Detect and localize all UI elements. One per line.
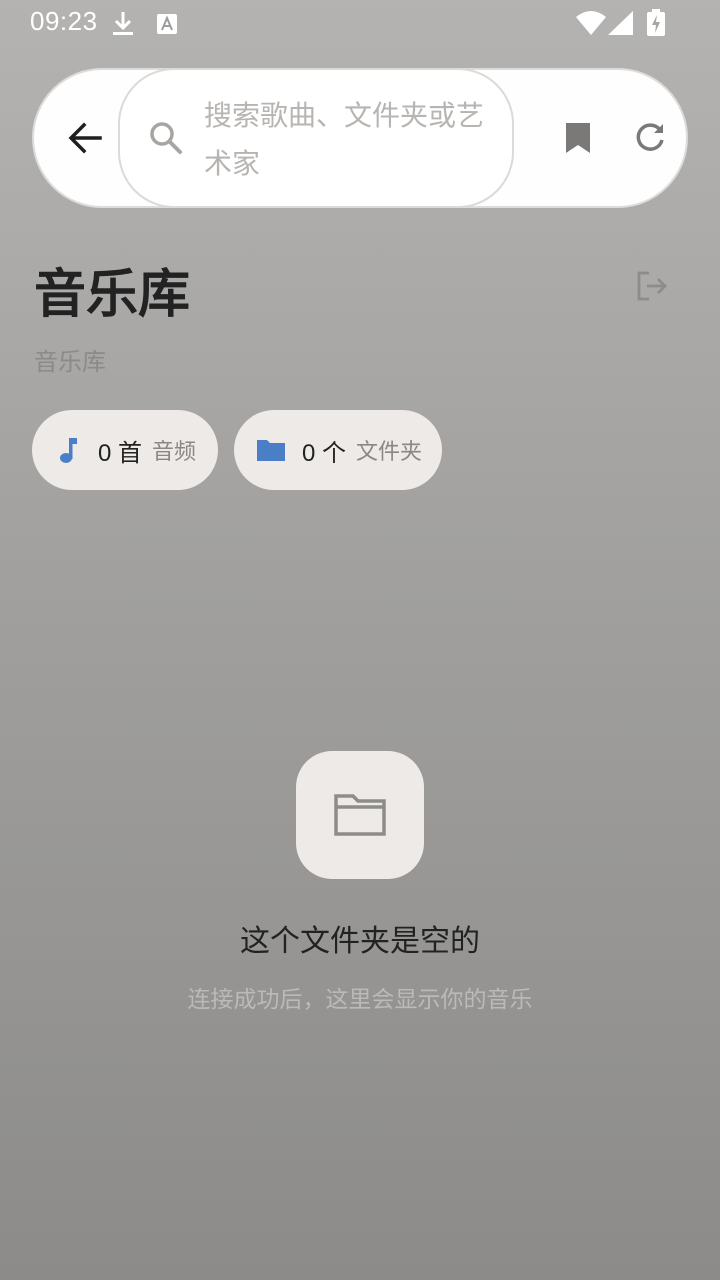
audio-count: 0 首 — [98, 439, 143, 467]
folder-label: 文件夹 — [356, 440, 423, 465]
back-button[interactable] — [48, 100, 124, 176]
status-bar: 09:23 — [0, 0, 720, 48]
page-subtitle: 音乐库 — [34, 348, 106, 376]
signal-icon — [608, 11, 633, 35]
music-note-icon — [60, 438, 77, 463]
refresh-icon — [636, 123, 664, 151]
logout-button[interactable] — [626, 260, 678, 312]
search-placeholder: 搜索歌曲、文件夹或艺术家 — [204, 99, 485, 180]
folder-count-chip[interactable]: 0 个 文件夹 — [234, 410, 442, 490]
search-input[interactable]: 搜索歌曲、文件夹或艺术家 — [118, 68, 514, 208]
logout-icon — [637, 271, 667, 301]
status-time: 09:23 — [30, 6, 98, 36]
folder-outline-icon — [334, 794, 386, 836]
top-app-bar: 搜索歌曲、文件夹或艺术家 — [32, 68, 688, 208]
battery-charging-icon — [647, 9, 665, 36]
wifi-icon — [576, 11, 606, 35]
folder-count: 0 个 — [302, 439, 347, 467]
audio-count-chip[interactable]: 0 首 音频 — [32, 410, 218, 490]
bookmark-button[interactable] — [540, 100, 616, 176]
bookmark-icon — [566, 123, 590, 153]
page-title: 音乐库 — [34, 264, 191, 325]
empty-state-subtitle: 连接成功后，这里会显示你的音乐 — [187, 987, 533, 1013]
download-icon — [113, 12, 133, 35]
folder-icon — [257, 440, 285, 461]
empty-state-icon-box — [296, 751, 424, 879]
empty-state-title: 这个文件夹是空的 — [240, 924, 480, 959]
search-icon — [150, 122, 182, 154]
refresh-button[interactable] — [612, 100, 688, 176]
text-a-icon — [157, 14, 177, 34]
arrow-left-icon — [68, 122, 102, 154]
audio-label: 音频 — [152, 440, 197, 465]
